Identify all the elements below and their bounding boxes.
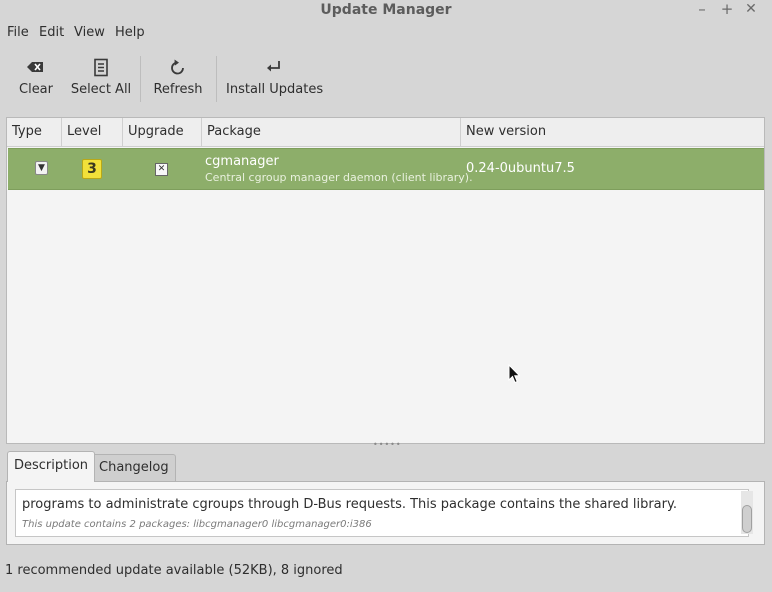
packages-info: This update contains 2 packages: libcgma… xyxy=(22,519,372,530)
maximize-button[interactable]: + xyxy=(717,0,737,20)
toolbar-separator xyxy=(140,56,141,102)
scrollbar-thumb[interactable] xyxy=(742,505,752,533)
status-bar: 1 recommended update available (52KB), 8… xyxy=(5,563,343,578)
toolbar-separator xyxy=(216,56,217,102)
new-version: 0.24-0ubuntu7.5 xyxy=(466,161,575,176)
column-header-level[interactable]: Level xyxy=(62,118,123,146)
select-all-button[interactable]: Select All xyxy=(70,46,132,106)
menu-view[interactable]: View xyxy=(73,24,106,42)
updates-list[interactable]: Type Level Upgrade Package New version ▼… xyxy=(6,117,765,444)
clear-label: Clear xyxy=(19,82,53,97)
package-name: cgmanager xyxy=(205,154,279,169)
level-badge: 3 xyxy=(82,159,102,179)
details-panel: programs to administrate cgroups through… xyxy=(6,481,765,545)
backspace-icon xyxy=(26,58,46,78)
column-header-new-version[interactable]: New version xyxy=(461,118,764,146)
tab-changelog[interactable]: Changelog xyxy=(92,454,176,481)
table-row[interactable]: ▼ 3 ✕ cgmanager Central cgroup manager d… xyxy=(8,148,764,190)
window-title: Update Manager xyxy=(320,2,452,18)
toolbar: Clear Select All Refresh Install Updates xyxy=(0,46,772,108)
tab-description[interactable]: Description xyxy=(7,451,96,482)
select-all-icon xyxy=(91,58,111,78)
pane-resize-handle[interactable]: ••••• xyxy=(373,441,401,449)
package-update-icon: ▼ xyxy=(35,161,48,175)
description-scrollbar[interactable] xyxy=(741,491,753,534)
title-bar: Update Manager – + ✕ xyxy=(0,0,772,22)
install-updates-label: Install Updates xyxy=(226,82,324,97)
description-text: programs to administrate cgroups through… xyxy=(22,497,677,512)
refresh-label: Refresh xyxy=(153,82,203,97)
refresh-button[interactable]: Refresh xyxy=(150,46,206,106)
menu-edit[interactable]: Edit xyxy=(38,24,65,42)
description-box: programs to administrate cgroups through… xyxy=(15,489,749,537)
column-header-upgrade[interactable]: Upgrade xyxy=(123,118,202,146)
column-header-package[interactable]: Package xyxy=(202,118,461,146)
close-button[interactable]: ✕ xyxy=(741,0,761,20)
column-header-type[interactable]: Type xyxy=(7,118,62,146)
clear-button[interactable]: Clear xyxy=(12,46,60,106)
menu-bar: File Edit View Help xyxy=(0,22,772,44)
menu-file[interactable]: File xyxy=(6,24,30,42)
install-icon xyxy=(264,58,284,78)
install-updates-button[interactable]: Install Updates xyxy=(226,46,324,106)
update-manager-window: Update Manager – + ✕ File Edit View Help… xyxy=(0,0,772,592)
select-all-label: Select All xyxy=(70,82,132,97)
refresh-icon xyxy=(168,58,188,78)
updates-list-header: Type Level Upgrade Package New version xyxy=(7,118,764,147)
package-description: Central cgroup manager daemon (client li… xyxy=(205,171,473,184)
upgrade-checkbox[interactable]: ✕ xyxy=(155,163,168,176)
minimize-button[interactable]: – xyxy=(692,0,712,20)
mouse-cursor-icon xyxy=(508,364,520,384)
menu-help[interactable]: Help xyxy=(114,24,146,42)
